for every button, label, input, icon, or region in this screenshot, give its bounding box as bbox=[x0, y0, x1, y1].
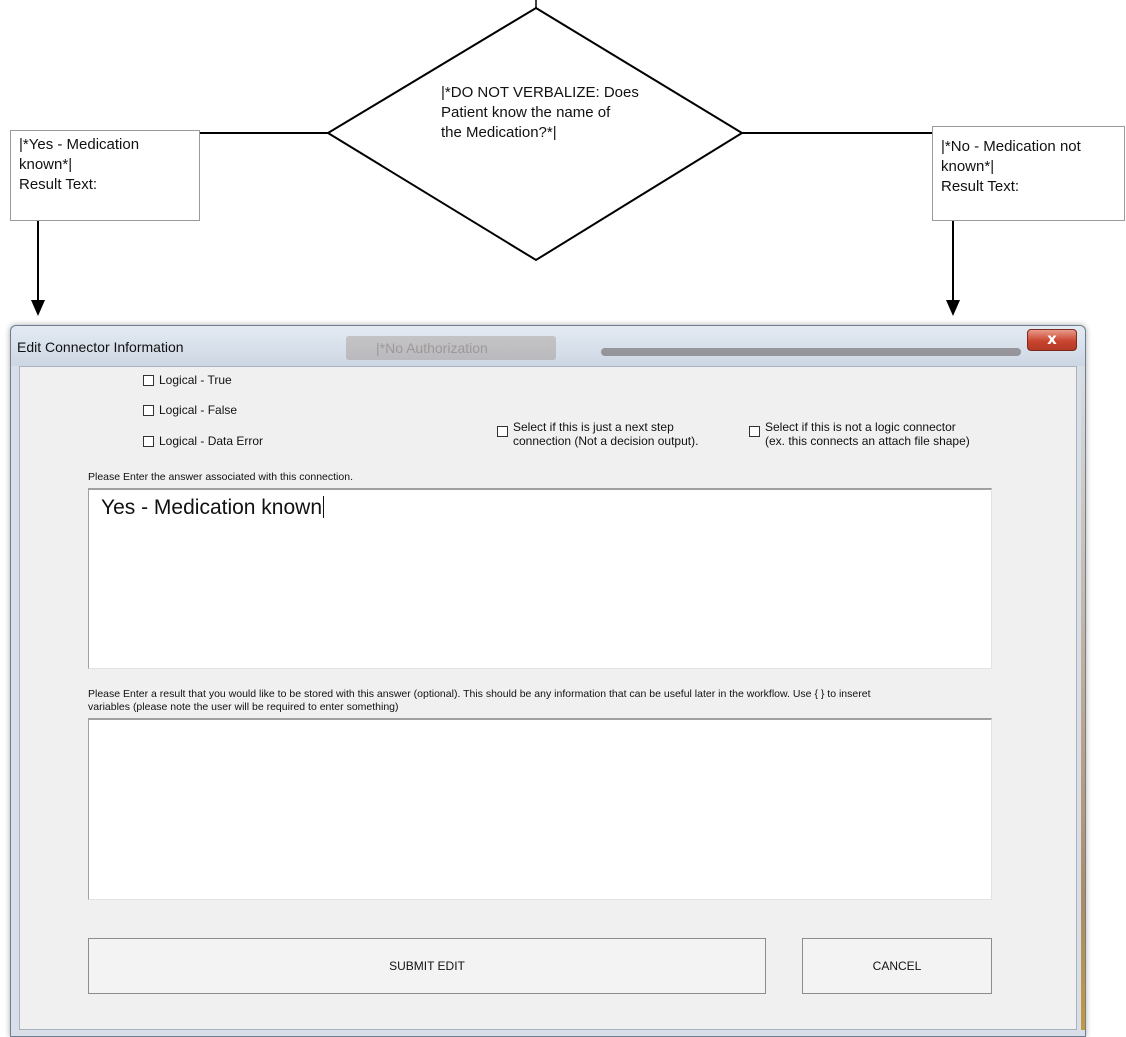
result-prompt-label: Please Enter a result that you would lik… bbox=[88, 688, 870, 714]
decision-label: |*DO NOT VERBALIZE: Does Patient know th… bbox=[441, 83, 639, 143]
submit-edit-label: SUBMIT EDIT bbox=[389, 959, 465, 973]
decision-line: Patient know the name of bbox=[441, 104, 611, 121]
arrow-no-head bbox=[946, 300, 960, 316]
no-box-line: known*| bbox=[941, 158, 995, 175]
no-result-box[interactable]: |*No - Medication not known*| Result Tex… bbox=[932, 126, 1125, 221]
text-caret bbox=[323, 496, 325, 518]
answer-input[interactable]: Yes - Medication known bbox=[88, 488, 992, 669]
arrow-yes-head bbox=[31, 300, 45, 316]
result-prompt-line: variables (please note the user will be … bbox=[88, 701, 399, 713]
result-prompt-line: Please Enter a result that you would lik… bbox=[88, 688, 871, 700]
checkbox-label: Logical - False bbox=[159, 403, 238, 417]
answer-prompt-label: Please Enter the answer associated with … bbox=[88, 471, 353, 483]
checkbox-box[interactable] bbox=[143, 375, 154, 386]
submit-edit-button[interactable]: SUBMIT EDIT bbox=[88, 938, 766, 994]
checkbox-box[interactable] bbox=[143, 405, 154, 416]
decision-line: |*DO NOT VERBALIZE: Does bbox=[441, 84, 639, 101]
yes-box-line: Result Text: bbox=[19, 176, 98, 193]
checkbox-label: connection (Not a decision output). bbox=[513, 434, 699, 448]
checkbox-logical-data-error[interactable]: Logical - Data Error bbox=[143, 434, 263, 448]
yes-box-line: known*| bbox=[19, 156, 73, 173]
checkbox-logical-false[interactable]: Logical - False bbox=[143, 403, 237, 417]
result-input[interactable] bbox=[88, 718, 992, 900]
yes-box-line: |*Yes - Medication bbox=[19, 136, 140, 153]
checkbox-label: Select if this is not a logic connector bbox=[765, 420, 956, 434]
dialog-title: Edit Connector Information bbox=[17, 339, 184, 355]
edit-connector-dialog: Edit Connector Information |*No Authoriz… bbox=[10, 325, 1086, 1037]
checkbox-box[interactable] bbox=[143, 436, 154, 447]
cancel-label: CANCEL bbox=[872, 959, 922, 973]
close-icon: x bbox=[1047, 330, 1057, 348]
checkbox-label: (ex. this connects an attach file shape) bbox=[765, 434, 970, 448]
background-window-title: |*No Authorization bbox=[346, 336, 556, 360]
checkbox-box[interactable] bbox=[749, 426, 760, 437]
answer-value: Yes - Medication known bbox=[101, 496, 323, 519]
checkbox-logical-true[interactable]: Logical - True bbox=[143, 373, 232, 387]
background-window-edge bbox=[1081, 366, 1085, 1030]
checkbox-next-step[interactable]: Select if this is just a next step conne… bbox=[497, 420, 698, 448]
yes-result-box[interactable]: |*Yes - Medication known*| Result Text: bbox=[10, 130, 200, 221]
decision-line: the Medication?*| bbox=[441, 124, 557, 141]
title-bar[interactable]: Edit Connector Information |*No Authoriz… bbox=[11, 326, 1085, 366]
no-box-line: |*No - Medication not bbox=[941, 138, 1081, 155]
checkbox-not-logic-connector[interactable]: Select if this is not a logic connector … bbox=[749, 420, 970, 448]
checkbox-box[interactable] bbox=[497, 426, 508, 437]
cancel-button[interactable]: CANCEL bbox=[802, 938, 992, 994]
close-button[interactable]: x bbox=[1027, 329, 1077, 351]
background-window-bar bbox=[601, 348, 1021, 356]
checkbox-label: Logical - True bbox=[159, 373, 232, 387]
checkbox-label: Select if this is just a next step bbox=[513, 420, 674, 434]
dialog-client-area: Logical - True Logical - False Logical -… bbox=[19, 366, 1077, 1030]
no-box-line: Result Text: bbox=[941, 178, 1020, 195]
checkbox-label: Logical - Data Error bbox=[159, 434, 264, 448]
